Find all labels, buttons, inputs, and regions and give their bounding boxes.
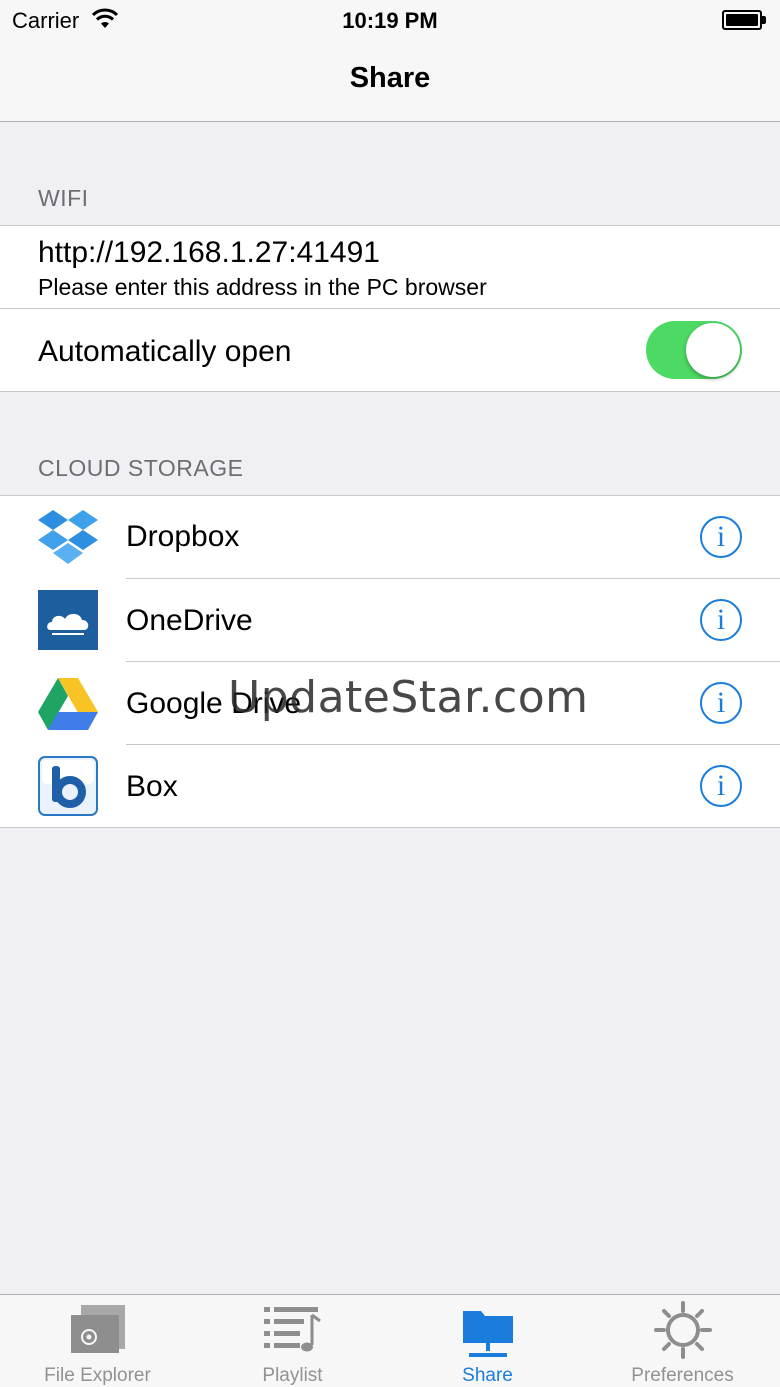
auto-open-toggle[interactable] [646,321,742,379]
auto-open-label: Automatically open [38,335,292,368]
cloud-section-header: CLOUD STORAGE [38,455,244,481]
battery-fill [726,14,758,26]
wifi-address-cell[interactable]: http://192.168.1.27:41491 Please enter t… [0,226,780,309]
tab-label-file-explorer: File Explorer [44,1365,151,1386]
box-icon [38,756,98,816]
onedrive-info-button[interactable]: i [700,599,742,641]
cloud-item-dropbox[interactable]: Dropbox i [0,496,780,579]
cloud-item-onedrive[interactable]: OneDrive i [0,579,780,662]
google-drive-icon [38,678,98,730]
dropbox-icon [38,510,98,564]
auto-open-cell: Automatically open [0,309,780,391]
preferences-gear-icon [654,1301,712,1359]
wifi-section-header: WIFI [38,185,89,211]
google-drive-info-button[interactable]: i [700,682,742,724]
navigation-bar: Share [0,40,780,122]
tab-bar: File Explorer Playlist Share Preferences [0,1294,780,1387]
onedrive-icon [38,590,98,650]
tab-share[interactable]: Share [390,1295,585,1387]
cloud-storage-group: Dropbox i OneDrive i Google Drive i Box … [0,495,780,828]
dropbox-info-button[interactable]: i [700,516,742,558]
box-info-button[interactable]: i [700,765,742,807]
tab-label-playlist: Playlist [262,1365,323,1386]
playlist-icon [264,1307,321,1352]
page-title: Share [349,62,431,94]
storage-label-google-drive: Google Drive [126,687,302,720]
file-explorer-icon [71,1305,125,1353]
status-bar: Carrier 10:19 PM [0,0,780,40]
wifi-address: http://192.168.1.27:41491 [38,236,380,269]
battery-icon [722,10,766,30]
toggle-knob [686,323,740,377]
wifi-group: http://192.168.1.27:41491 Please enter t… [0,225,780,392]
storage-label-dropbox: Dropbox [126,520,240,553]
clock: 10:19 PM [342,8,438,33]
cloud-item-google-drive[interactable]: Google Drive i [0,662,780,745]
storage-label-box: Box [126,770,178,803]
storage-label-onedrive: OneDrive [126,604,253,637]
tab-file-explorer[interactable]: File Explorer [0,1295,195,1387]
tab-label-preferences: Preferences [631,1365,734,1386]
tab-playlist[interactable]: Playlist [195,1295,390,1387]
tab-label-share: Share [462,1365,513,1386]
wifi-address-hint: Please enter this address in the PC brow… [38,274,487,300]
share-folder-icon [463,1311,513,1357]
cloud-item-box[interactable]: Box i [0,745,780,827]
tab-preferences[interactable]: Preferences [585,1295,780,1387]
